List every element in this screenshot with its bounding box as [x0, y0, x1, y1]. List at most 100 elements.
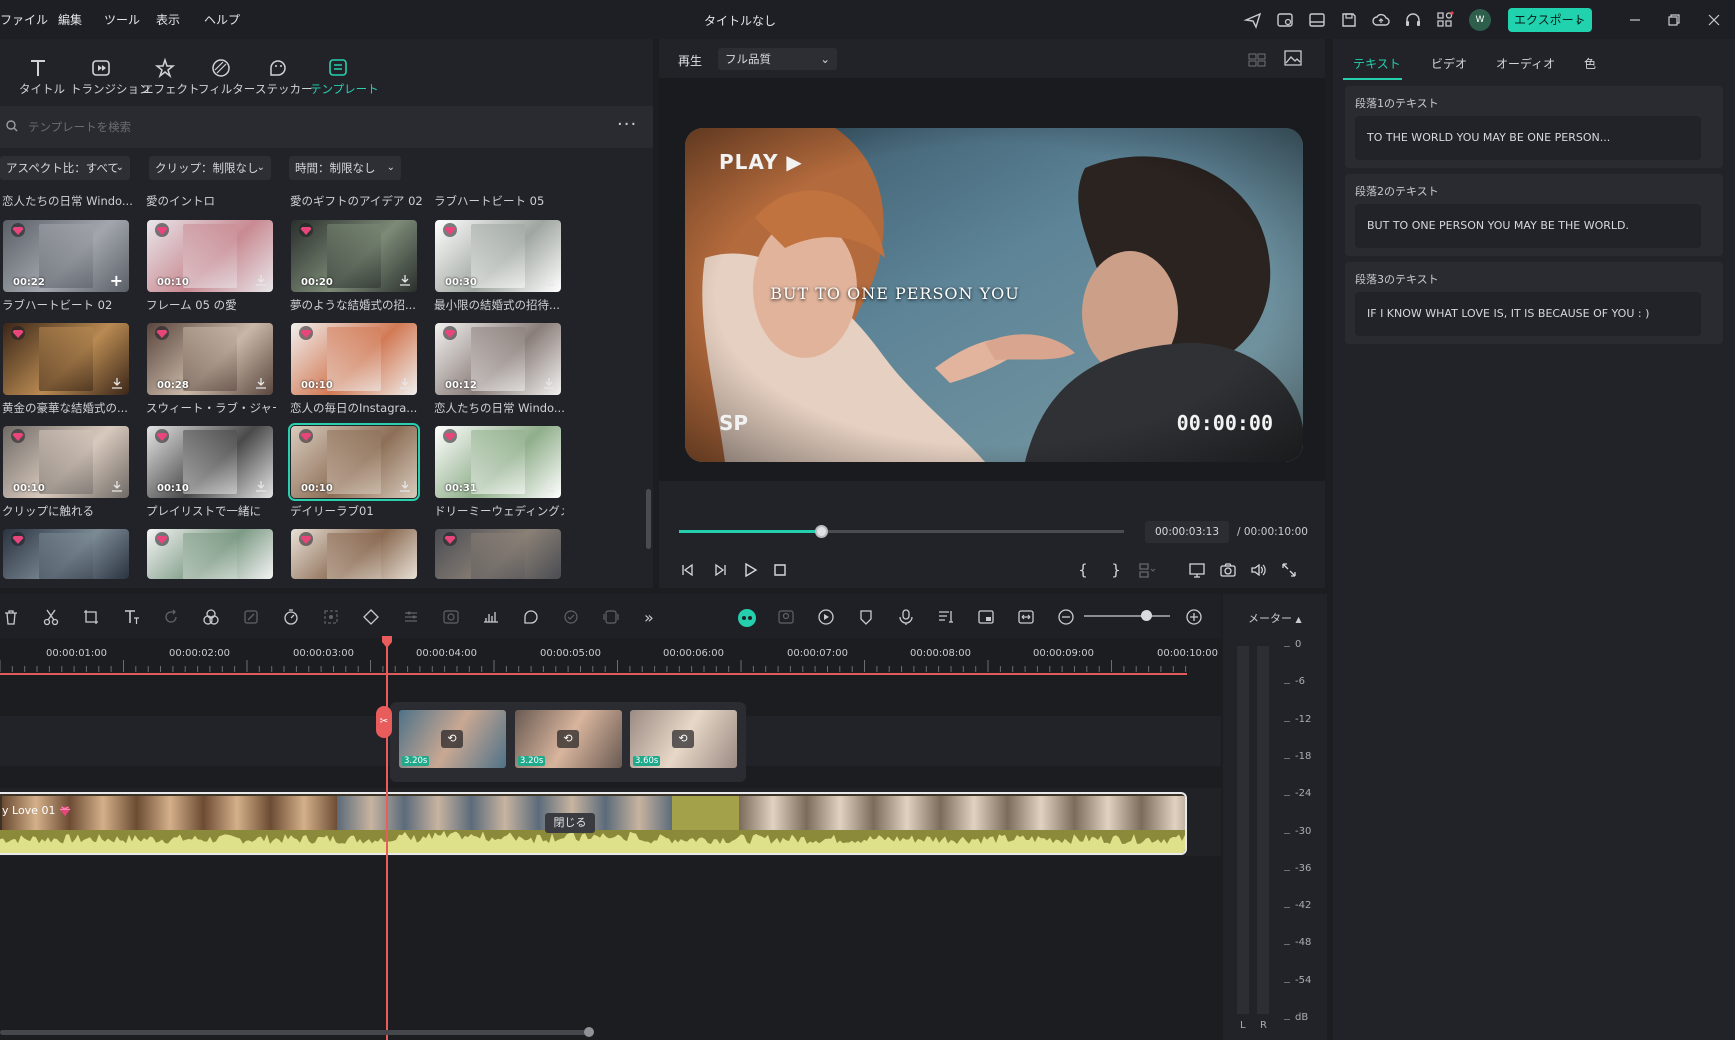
- template-card[interactable]: [3, 529, 129, 579]
- template-card[interactable]: 00:31: [435, 426, 561, 498]
- zoom-in-icon[interactable]: [1185, 608, 1203, 626]
- playhead[interactable]: [386, 638, 388, 1040]
- template-card[interactable]: 00:20: [291, 220, 417, 292]
- filter-clip[interactable]: クリップ：制限なし ⌄: [149, 156, 271, 180]
- download-icon[interactable]: [111, 480, 123, 492]
- zoom-slider[interactable]: [1084, 615, 1170, 617]
- mark-out-icon[interactable]: }: [1107, 561, 1125, 579]
- tab-sticker[interactable]: ステッカー: [255, 57, 313, 97]
- compound-clip[interactable]: ⟲ 3.60s: [630, 710, 737, 768]
- more-tools-icon[interactable]: »: [644, 608, 662, 627]
- layout-icon[interactable]: [1308, 11, 1326, 29]
- download-icon[interactable]: [255, 274, 267, 286]
- template-card[interactable]: 00:22 +: [3, 220, 129, 292]
- marker-icon[interactable]: [1137, 561, 1155, 579]
- template-card[interactable]: 00:28: [147, 323, 273, 395]
- camera-icon[interactable]: [1219, 561, 1237, 579]
- tab-title[interactable]: タイトル: [19, 57, 65, 97]
- export-button[interactable]: エクスポート ⌄: [1508, 8, 1592, 32]
- template-card[interactable]: 00:10: [147, 220, 273, 292]
- download-icon[interactable]: [399, 480, 411, 492]
- snapshot-view-icon[interactable]: [1284, 49, 1302, 67]
- library-scrollbar[interactable]: [646, 489, 651, 549]
- restore-icon[interactable]: [1665, 11, 1683, 29]
- close-compound-button[interactable]: 閉じる: [545, 813, 595, 833]
- play-icon[interactable]: [741, 561, 759, 579]
- download-icon[interactable]: [543, 274, 555, 286]
- template-card[interactable]: 00:10: [291, 323, 417, 395]
- avatar[interactable]: W: [1469, 9, 1491, 31]
- speed-icon[interactable]: [282, 608, 300, 626]
- send-icon[interactable]: [1244, 11, 1262, 29]
- tab-color[interactable]: 色: [1584, 55, 1596, 72]
- download-icon[interactable]: [399, 377, 411, 389]
- zoom-out-icon[interactable]: [1057, 608, 1075, 626]
- scissors-icon[interactable]: ✂: [376, 706, 392, 738]
- tab-video[interactable]: ビデオ: [1431, 55, 1467, 72]
- search-bar[interactable]: テンプレートを検索 ···: [0, 106, 653, 148]
- paragraph-text-field[interactable]: BUT TO ONE PERSON YOU MAY BE THE WORLD.: [1355, 204, 1701, 248]
- filter-aspect-ratio[interactable]: アスペクト比：すべて ⌄: [0, 156, 130, 180]
- audio-mixer-icon[interactable]: [937, 608, 955, 626]
- adjust-icon[interactable]: [402, 608, 420, 626]
- tab-transition[interactable]: トランジション: [70, 57, 151, 97]
- reframe-icon[interactable]: [602, 608, 620, 626]
- compound-clip[interactable]: ⟲ 3.20s: [515, 710, 622, 768]
- compound-clip[interactable]: ⟲ 3.20s: [399, 710, 506, 768]
- apps-icon[interactable]: [1436, 11, 1454, 29]
- filter-duration[interactable]: 時間：制限なし ⌄: [289, 156, 401, 180]
- template-card[interactable]: 00:30: [435, 220, 561, 292]
- split-icon[interactable]: [42, 608, 60, 626]
- download-icon[interactable]: [255, 480, 267, 492]
- current-time[interactable]: 00:00:03:13: [1145, 521, 1229, 543]
- download-icon[interactable]: [255, 377, 267, 389]
- tab-effects[interactable]: エフェクト: [142, 57, 200, 97]
- template-card[interactable]: [147, 529, 273, 579]
- timeline-scroll-handle[interactable]: [584, 1027, 594, 1037]
- render-preview-icon[interactable]: [817, 608, 835, 626]
- mask-icon[interactable]: [442, 608, 460, 626]
- download-icon[interactable]: [399, 274, 411, 286]
- grid-view-icon[interactable]: [1248, 50, 1266, 68]
- download-icon[interactable]: [543, 480, 555, 492]
- ai-assistant-icon[interactable]: [737, 608, 756, 627]
- close-icon[interactable]: [1705, 11, 1723, 29]
- mark-in-icon[interactable]: {: [1074, 561, 1092, 579]
- save-icon[interactable]: [1340, 11, 1358, 29]
- audio-stretch-icon[interactable]: [482, 608, 500, 626]
- ai-portrait-icon[interactable]: [777, 608, 795, 626]
- volume-icon[interactable]: [1249, 561, 1267, 579]
- download-icon[interactable]: [111, 377, 123, 389]
- meter-dropdown[interactable]: メーター ▲: [1248, 610, 1302, 626]
- paragraph-text-field[interactable]: TO THE WORLD YOU MAY BE ONE PERSON...: [1355, 116, 1701, 160]
- keyframe-icon[interactable]: [362, 608, 380, 626]
- tab-audio[interactable]: オーディオ: [1496, 55, 1555, 72]
- display-icon[interactable]: [1188, 561, 1206, 579]
- template-card[interactable]: [435, 529, 561, 579]
- stabilize-icon[interactable]: [562, 608, 580, 626]
- template-card[interactable]: 00:10: [288, 423, 420, 501]
- ai-edit-icon[interactable]: [242, 608, 260, 626]
- cloud-icon[interactable]: [1372, 11, 1390, 29]
- video-preview[interactable]: PLAY ▶ BUT TO ONE PERSON YOU SP 00:00:00: [685, 128, 1303, 462]
- template-card[interactable]: 00:12: [435, 323, 561, 395]
- minimize-icon[interactable]: [1626, 11, 1644, 29]
- playhead-handle[interactable]: [381, 636, 393, 648]
- time-ruler[interactable]: 00:00:01:00 00:00:02:00 00:00:03:00 00:0…: [0, 642, 1221, 674]
- projects-icon[interactable]: [1276, 11, 1294, 29]
- sticker-tool-icon[interactable]: [522, 608, 540, 626]
- motion-track-icon[interactable]: [322, 608, 340, 626]
- text-tool-icon[interactable]: [122, 608, 140, 626]
- more-options-icon[interactable]: ···: [617, 114, 637, 135]
- tab-text[interactable]: テキスト: [1353, 55, 1401, 72]
- template-card[interactable]: 00:10: [147, 426, 273, 498]
- fullscreen-icon[interactable]: [1280, 561, 1298, 579]
- fit-timeline-icon[interactable]: [1017, 608, 1035, 626]
- paragraph-text-field[interactable]: IF I KNOW WHAT LOVE IS, IT IS BECAUSE OF…: [1355, 292, 1701, 336]
- tab-filter[interactable]: フィルター: [198, 57, 255, 97]
- stop-icon[interactable]: [771, 561, 789, 579]
- template-card[interactable]: [3, 323, 129, 395]
- zoom-slider-handle[interactable]: [1141, 610, 1152, 621]
- color-icon[interactable]: [202, 608, 220, 626]
- support-icon[interactable]: [1404, 11, 1422, 29]
